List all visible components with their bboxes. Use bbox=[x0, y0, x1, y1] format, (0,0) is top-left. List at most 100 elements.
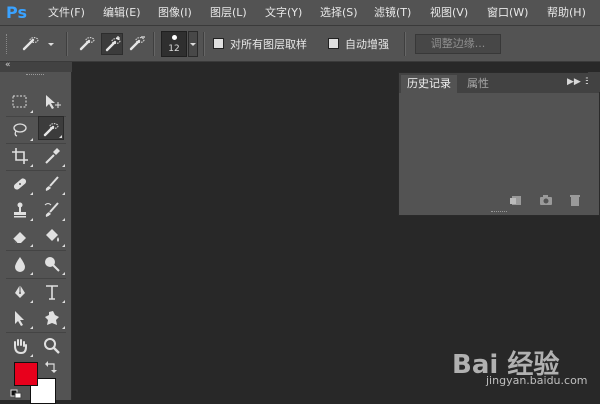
menu-bar: Ps 文件(F) 编辑(E) 图像(I) 图层(L) 文字(Y) 选择(S) 滤… bbox=[0, 0, 600, 26]
tool-brush[interactable] bbox=[40, 172, 66, 196]
separator bbox=[6, 170, 66, 171]
menu-edit[interactable]: 编辑(E) bbox=[103, 4, 141, 22]
tool-dodge[interactable] bbox=[40, 252, 66, 276]
menu-select[interactable]: 选择(S) bbox=[320, 4, 358, 22]
panel-footer bbox=[399, 193, 599, 209]
menu-image[interactable]: 图像(I) bbox=[158, 4, 192, 22]
collapse-panel-icon[interactable]: ▶▶ bbox=[567, 77, 581, 87]
menu-help[interactable]: 帮助(H) bbox=[547, 4, 586, 22]
refine-edge-button[interactable]: 调整边缘... bbox=[415, 34, 501, 54]
submenu-corner-icon bbox=[62, 218, 65, 221]
swap-colors-icon[interactable] bbox=[44, 360, 58, 374]
tools-panel-header[interactable]: « bbox=[0, 60, 72, 72]
separator bbox=[203, 32, 205, 56]
brush-size-dropdown[interactable] bbox=[188, 31, 198, 57]
brush-size-value: 12 bbox=[168, 44, 180, 54]
tool-eyedropper[interactable] bbox=[40, 144, 66, 168]
subtract-from-selection-icon bbox=[129, 36, 145, 51]
submenu-corner-icon bbox=[59, 135, 62, 138]
submenu-corner-icon bbox=[30, 164, 33, 167]
auto-enhance-label: 自动增强 bbox=[345, 38, 389, 51]
spot-healing-icon bbox=[13, 178, 27, 190]
collapse-icon[interactable]: « bbox=[5, 60, 11, 70]
tools-panel-grip[interactable] bbox=[26, 74, 44, 78]
submenu-corner-icon bbox=[62, 164, 65, 167]
submenu-corner-icon bbox=[30, 218, 33, 221]
tool-move[interactable] bbox=[40, 90, 66, 114]
move-icon bbox=[46, 95, 61, 109]
add-to-selection-button[interactable] bbox=[101, 33, 123, 55]
tool-rectangular-marquee[interactable] bbox=[8, 90, 34, 114]
panel-resize-grip[interactable] bbox=[491, 211, 507, 212]
tool-zoom[interactable] bbox=[40, 334, 66, 358]
tool-custom-shape[interactable] bbox=[40, 306, 66, 330]
hand-icon bbox=[14, 339, 27, 355]
tool-spot-healing[interactable] bbox=[8, 172, 34, 196]
tool-path-selection[interactable] bbox=[8, 306, 34, 330]
foreground-color-swatch[interactable] bbox=[14, 362, 38, 386]
custom-shape-icon bbox=[45, 311, 59, 325]
tab-history[interactable]: 历史记录 bbox=[401, 75, 457, 93]
tool-history-brush[interactable] bbox=[40, 198, 66, 222]
submenu-corner-icon bbox=[62, 272, 65, 275]
brush-tip-icon bbox=[172, 35, 177, 40]
new-selection-button[interactable] bbox=[76, 33, 98, 55]
brush-icon bbox=[45, 176, 59, 191]
submenu-corner-icon bbox=[62, 244, 65, 247]
menu-file[interactable]: 文件(F) bbox=[48, 4, 85, 22]
camera-icon[interactable] bbox=[539, 194, 553, 206]
quick-selection-icon bbox=[43, 123, 59, 137]
paint-bucket-icon bbox=[46, 229, 59, 242]
separator bbox=[6, 332, 66, 333]
panel-tab-strip: 历史记录 属性 ▶▶ ☰ bbox=[399, 73, 599, 93]
panel-dock-strip[interactable] bbox=[588, 72, 600, 92]
tool-lasso[interactable] bbox=[8, 118, 34, 142]
menu-window[interactable]: 窗口(W) bbox=[487, 4, 528, 22]
separator bbox=[6, 250, 66, 251]
history-brush-icon bbox=[44, 202, 59, 217]
sample-all-layers-label: 对所有图层取样 bbox=[230, 38, 307, 51]
new-selection-icon bbox=[79, 37, 95, 51]
new-document-from-state-icon[interactable] bbox=[509, 194, 523, 206]
separator bbox=[6, 278, 66, 279]
options-bar-grip[interactable] bbox=[6, 34, 10, 54]
default-colors-icon[interactable] bbox=[10, 389, 24, 399]
sample-all-layers-checkbox[interactable] bbox=[213, 38, 224, 49]
tool-quick-selection[interactable] bbox=[38, 116, 64, 140]
submenu-corner-icon bbox=[30, 272, 33, 275]
trash-icon[interactable] bbox=[568, 194, 582, 206]
history-list bbox=[405, 99, 591, 191]
submenu-corner-icon bbox=[30, 192, 33, 195]
blur-icon bbox=[15, 257, 25, 272]
options-bar: 12 对所有图层取样 自动增强 调整边缘... bbox=[0, 26, 600, 62]
eyedropper-icon bbox=[45, 148, 60, 164]
history-panel: 历史记录 属性 ▶▶ ☰ bbox=[398, 72, 600, 216]
brush-size-picker[interactable]: 12 bbox=[161, 31, 187, 57]
rectangular-marquee-icon bbox=[12, 95, 27, 108]
menu-layer[interactable]: 图层(L) bbox=[210, 4, 247, 22]
quick-selection-icon bbox=[22, 37, 54, 51]
auto-enhance-checkbox[interactable] bbox=[328, 38, 339, 49]
dodge-icon bbox=[45, 257, 60, 272]
submenu-corner-icon bbox=[30, 244, 33, 247]
tool-hand[interactable] bbox=[8, 334, 34, 358]
zoom-icon bbox=[44, 338, 60, 354]
tool-blur[interactable] bbox=[8, 252, 34, 276]
menu-filter[interactable]: 滤镜(T) bbox=[374, 4, 411, 22]
menu-view[interactable]: 视图(V) bbox=[430, 4, 468, 22]
menu-type[interactable]: 文字(Y) bbox=[265, 4, 302, 22]
tool-type[interactable] bbox=[40, 280, 66, 304]
app-logo: Ps bbox=[6, 3, 27, 22]
tool-crop[interactable] bbox=[8, 144, 34, 168]
tab-properties[interactable]: 属性 bbox=[461, 75, 495, 93]
tool-paint-bucket[interactable] bbox=[40, 224, 66, 248]
tool-preset-picker[interactable] bbox=[18, 32, 58, 56]
tool-clone-stamp[interactable] bbox=[8, 198, 34, 222]
tools-panel: « bbox=[0, 60, 72, 404]
tool-eraser[interactable] bbox=[8, 224, 34, 248]
submenu-corner-icon bbox=[62, 326, 65, 329]
tool-pen[interactable] bbox=[8, 280, 34, 304]
eraser-icon bbox=[12, 232, 26, 244]
subtract-from-selection-button[interactable] bbox=[126, 33, 148, 55]
submenu-corner-icon bbox=[30, 300, 33, 303]
